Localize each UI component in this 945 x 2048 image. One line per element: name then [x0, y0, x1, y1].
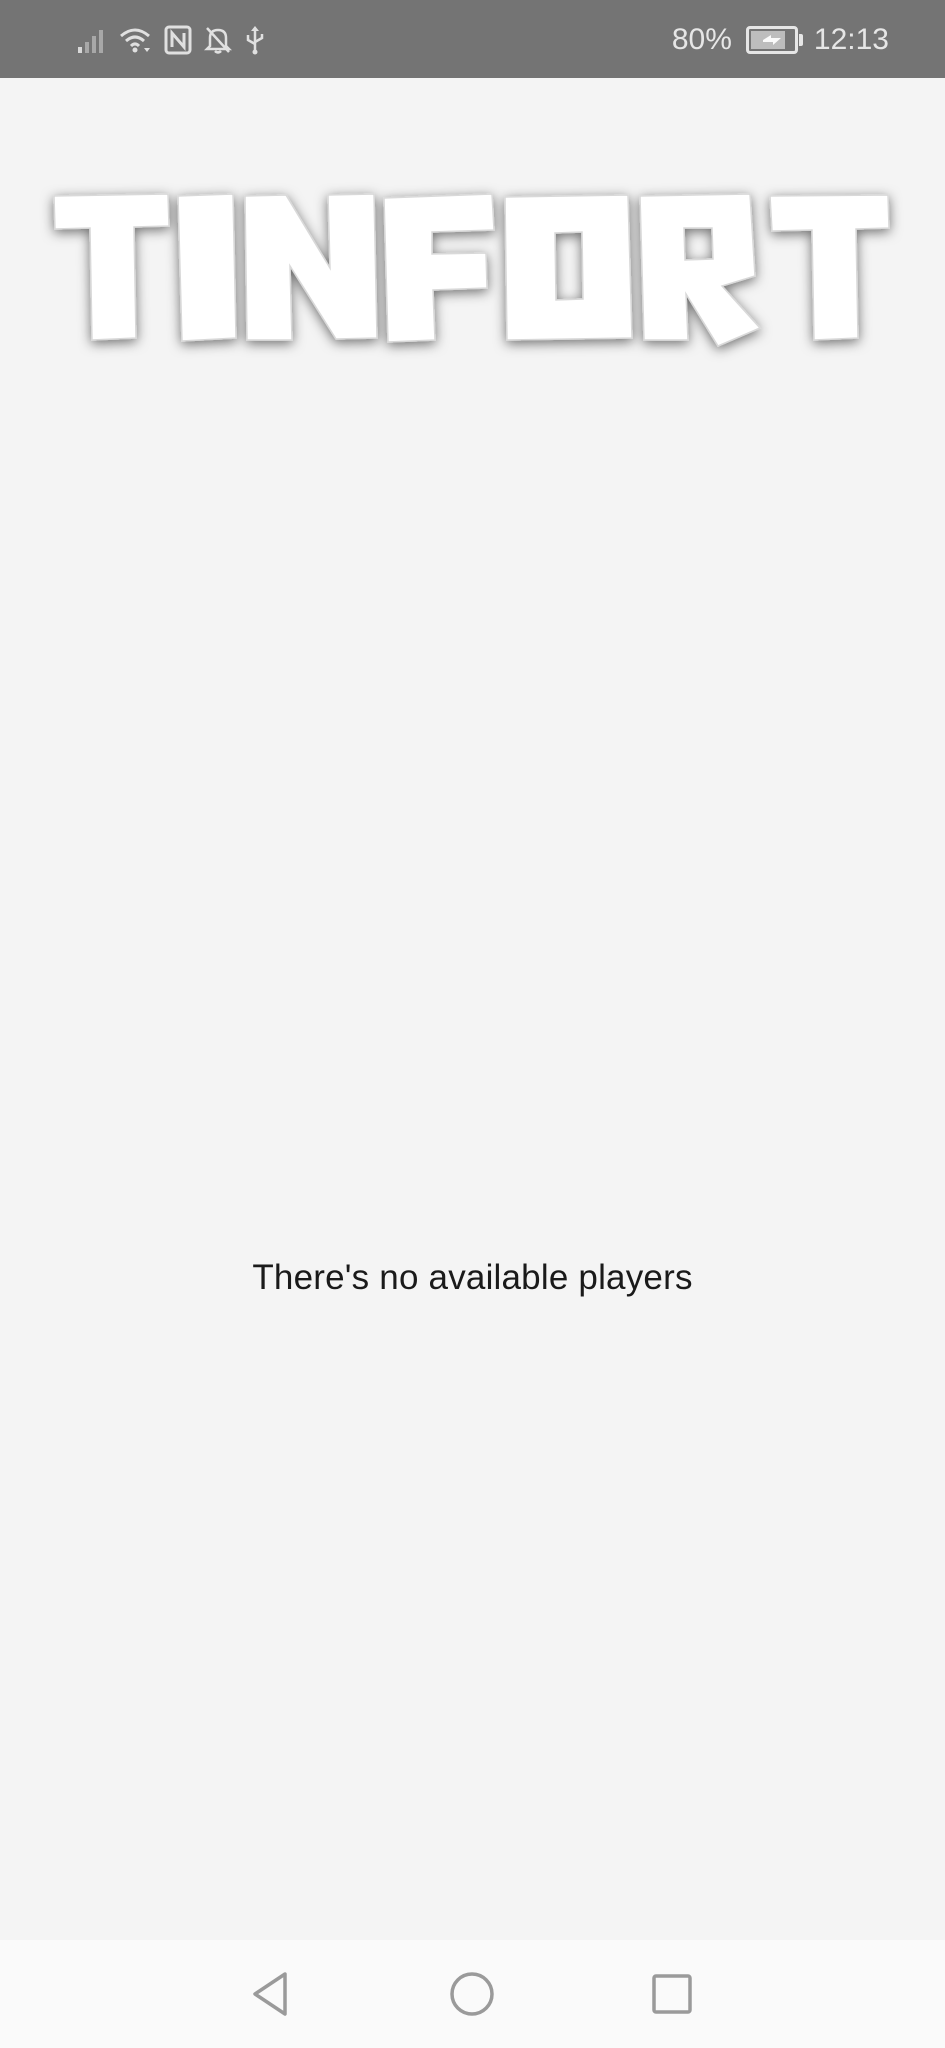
clock: 12:13	[813, 23, 889, 56]
signal-icon	[78, 30, 103, 53]
wifi-icon	[120, 28, 150, 53]
status-icons	[76, 20, 266, 60]
home-icon	[450, 1972, 494, 2016]
home-button[interactable]	[442, 1964, 502, 2024]
empty-state-message: There's no available players	[252, 1258, 693, 1297]
recent-apps-button[interactable]	[642, 1964, 702, 2024]
tinfort-logo	[50, 188, 895, 348]
navigation-bar	[0, 1940, 945, 2048]
battery-charging-icon	[745, 26, 803, 54]
usb-icon	[246, 26, 264, 55]
logo-image	[53, 193, 890, 347]
battery-percent: 80%	[671, 23, 732, 56]
nfc-icon	[164, 25, 192, 55]
back-icon	[253, 1972, 287, 2016]
main-content: There's no available players	[0, 78, 945, 1940]
status-bar: 80% 12:13	[0, 0, 945, 78]
back-button[interactable]	[240, 1964, 300, 2024]
status-right: 80% 12:13	[672, 18, 889, 62]
recent-apps-icon	[652, 1974, 692, 2014]
notifications-off-icon	[204, 27, 232, 54]
charging-bolt-icon	[762, 35, 781, 45]
